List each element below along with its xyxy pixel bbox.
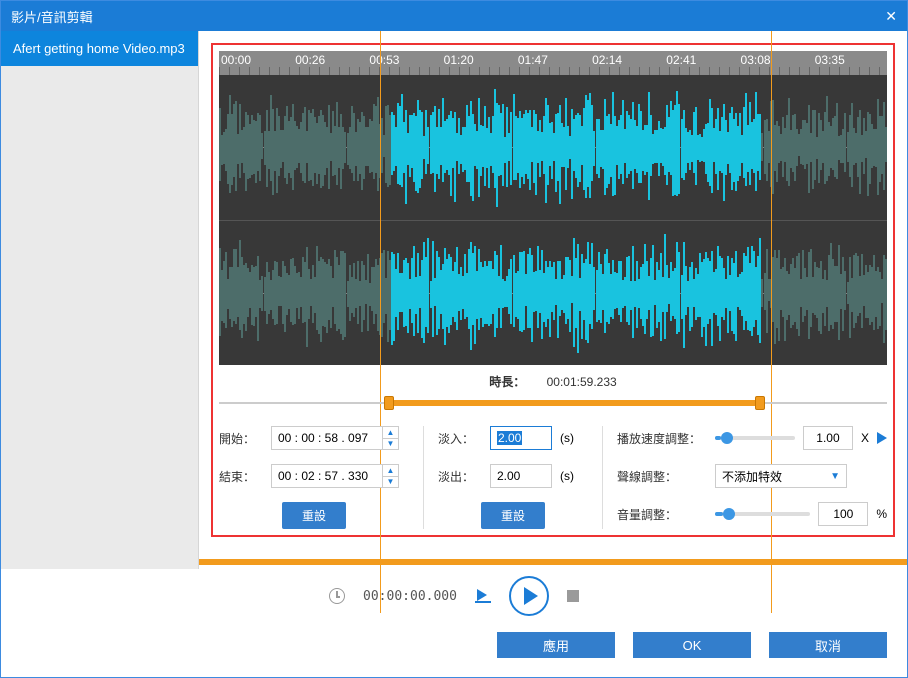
window-title: 影片/音訊剪輯	[11, 7, 885, 26]
fadein-label: 淡入：	[438, 430, 482, 447]
spin-up-icon[interactable]: ▲	[383, 465, 398, 477]
duration-value: 00:01:59.233	[547, 375, 617, 389]
start-label: 開始：	[219, 430, 263, 447]
volume-input[interactable]: 100	[818, 502, 868, 526]
reset-fade-button[interactable]: 重設	[481, 502, 545, 529]
sidebar-item-file[interactable]: Afert getting home Video.mp3	[1, 31, 198, 66]
speed-input[interactable]: 1.00	[803, 426, 853, 450]
fade-unit: (s)	[560, 469, 574, 483]
fadein-input[interactable]: 2.00	[490, 426, 552, 450]
play-preview-icon[interactable]	[877, 432, 887, 444]
clock-icon	[329, 588, 345, 604]
duration-label: 時長：	[489, 375, 525, 389]
play-button[interactable]	[509, 576, 549, 616]
close-icon[interactable]: ✕	[885, 8, 897, 25]
spin-down-icon[interactable]: ▼	[383, 439, 398, 450]
cancel-button[interactable]: 取消	[769, 632, 887, 658]
start-time-input[interactable]: 00 : 00 : 58 . 097 ▲▼	[271, 426, 399, 450]
volume-label: 音量調整：	[617, 506, 707, 523]
curve-label: 聲線調整：	[617, 468, 707, 485]
speed-slider[interactable]	[715, 436, 795, 440]
speed-label: 播放速度調整：	[617, 430, 707, 447]
apply-button[interactable]: 應用	[497, 632, 615, 658]
fadeout-label: 淡出：	[438, 468, 482, 485]
speed-unit: X	[861, 431, 869, 445]
file-list: Afert getting home Video.mp3	[1, 31, 199, 569]
waveform[interactable]	[219, 75, 887, 365]
volume-slider[interactable]	[715, 512, 810, 516]
end-label: 結束：	[219, 468, 263, 485]
trim-slider[interactable]	[219, 394, 887, 412]
stop-button[interactable]	[567, 590, 579, 602]
trim-handle-start[interactable]	[384, 396, 394, 410]
chevron-down-icon: ▼	[830, 471, 840, 482]
trim-handle-end[interactable]	[755, 396, 765, 410]
play-icon	[524, 587, 538, 605]
fadeout-input[interactable]: 2.00	[490, 464, 552, 488]
playback-time: 00:00:00.000	[363, 589, 457, 604]
mark-in-icon[interactable]	[475, 589, 491, 603]
curve-select[interactable]: 不添加特效 ▼	[715, 464, 847, 488]
end-time-input[interactable]: 00 : 02 : 57 . 330 ▲▼	[271, 464, 399, 488]
reset-range-button[interactable]: 重設	[282, 502, 346, 529]
spin-down-icon[interactable]: ▼	[383, 477, 398, 488]
ok-button[interactable]: OK	[633, 632, 751, 658]
fade-unit: (s)	[560, 431, 574, 445]
volume-unit: %	[876, 507, 887, 521]
highlight-box: 00:0000:2600:5301:2001:4702:1402:4103:08…	[211, 43, 895, 537]
time-ruler[interactable]: 00:0000:2600:5301:2001:4702:1402:4103:08…	[219, 51, 887, 75]
spin-up-icon[interactable]: ▲	[383, 427, 398, 439]
